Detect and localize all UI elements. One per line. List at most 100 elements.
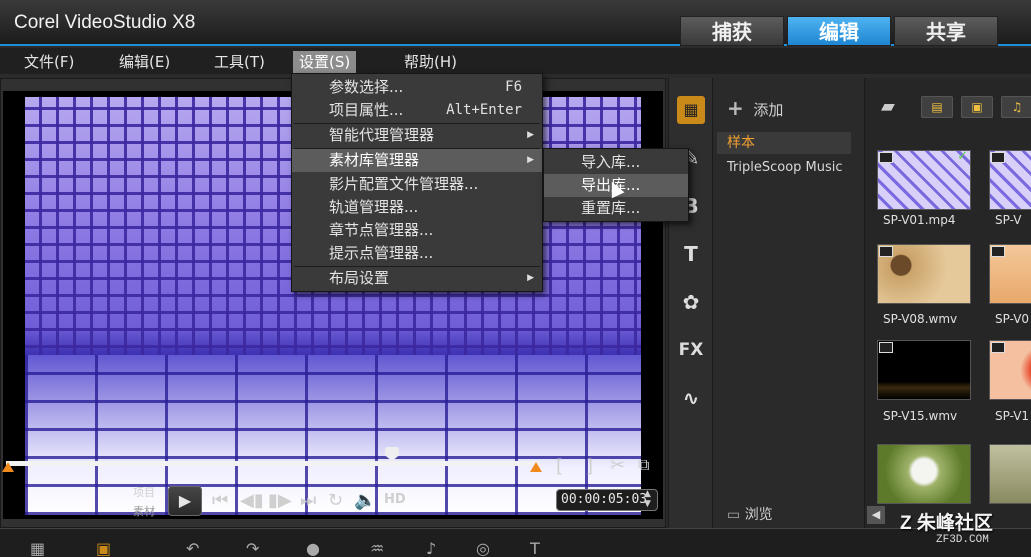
show-photo-icon[interactable]: ▣ bbox=[961, 96, 993, 118]
motion-tracking-icon[interactable]: ◎ bbox=[476, 539, 490, 557]
thumbnail-label: SP-V0 bbox=[995, 312, 1030, 326]
watermark-logo: Z 朱峰社区 bbox=[900, 513, 993, 534]
submenu-arrow-icon: ▶ bbox=[527, 155, 534, 165]
video-clip-icon bbox=[991, 246, 1005, 257]
menu-item-label: 章节点管理器... bbox=[329, 221, 434, 239]
prev-frame-icon[interactable]: ◀▮ bbox=[240, 490, 264, 511]
sound-mixer-icon[interactable]: ♒ bbox=[370, 539, 384, 557]
mode-project-label[interactable]: 项目 bbox=[133, 484, 155, 500]
menu-bar: 文件(F) 编辑(E) 工具(T) 设置(S) 帮助(H) bbox=[0, 48, 1031, 74]
storyboard-icon[interactable]: ▦ bbox=[30, 539, 45, 557]
menu-item-smart-proxy[interactable]: 智能代理管理器 ▶ bbox=[292, 124, 542, 147]
menu-item-shortcut: F6 bbox=[505, 79, 522, 95]
timecode-stepper[interactable]: ▲ ▼ bbox=[644, 489, 651, 509]
thumbnail-col2-row3[interactable] bbox=[989, 340, 1031, 400]
menu-item-library-manager[interactable]: 素材库管理器 ▶ bbox=[292, 149, 542, 172]
timecode-field[interactable]: 00:00:05:03 bbox=[556, 489, 658, 511]
menu-item-label: 轨道管理器... bbox=[329, 198, 419, 216]
menu-item-label: 参数选择... bbox=[329, 78, 404, 96]
watermark-url: ZF3D.COM bbox=[936, 534, 989, 546]
redo-icon[interactable]: ↷ bbox=[246, 539, 259, 557]
volume-icon[interactable]: 🔈 bbox=[354, 490, 376, 511]
menu-item-movie-profile-manager[interactable]: 影片配置文件管理器... bbox=[292, 173, 542, 196]
menu-item-track-manager[interactable]: 轨道管理器... bbox=[292, 196, 542, 219]
thumbnail-col2-row2[interactable] bbox=[989, 244, 1031, 304]
show-video-icon[interactable]: ▤ bbox=[921, 96, 953, 118]
menu-item-chapter-point-manager[interactable]: 章节点管理器... bbox=[292, 219, 542, 242]
menu-item-shortcut: Alt+Enter bbox=[446, 102, 522, 118]
menu-item-label: 布局设置 bbox=[329, 269, 390, 287]
mode-clip-label[interactable]: 素材 bbox=[133, 503, 155, 519]
thumbnail-label: SP-V08.wmv bbox=[883, 312, 958, 326]
home-icon[interactable]: ⏮ bbox=[212, 490, 228, 511]
menu-item-preferences[interactable]: 参数选择... F6 bbox=[292, 76, 542, 99]
menu-item-label: 提示点管理器... bbox=[329, 244, 434, 262]
media-toolbar: ▰ ▤ ▣ ♫ bbox=[865, 92, 1031, 122]
menu-item-label: 影片配置文件管理器... bbox=[329, 175, 479, 193]
repeat-icon[interactable]: ↻ bbox=[328, 490, 343, 511]
next-frame-icon[interactable]: ▮▶ bbox=[268, 490, 292, 511]
hd-label[interactable]: HD bbox=[384, 492, 406, 507]
show-audio-icon[interactable]: ♫ bbox=[1001, 96, 1031, 118]
tab-share[interactable]: 共享 bbox=[894, 16, 998, 46]
plus-icon: + bbox=[727, 96, 744, 120]
tab-capture[interactable]: 捕获 bbox=[680, 16, 784, 46]
mark-in-icon[interactable]: [ bbox=[556, 456, 563, 477]
mark-out-icon[interactable]: ] bbox=[586, 456, 593, 477]
filter-icon[interactable]: FX bbox=[677, 336, 705, 364]
folder-browse-icon: ▭ bbox=[727, 507, 741, 523]
add-folder-button[interactable]: + 添加 bbox=[727, 96, 783, 120]
tab-edit[interactable]: 编辑 bbox=[787, 16, 891, 46]
timeline-view-icon[interactable]: ▣ bbox=[96, 539, 111, 557]
scrub-bar[interactable] bbox=[6, 461, 540, 466]
menu-item-label: 素材库管理器 bbox=[329, 151, 420, 169]
thumbnail-label: SP-V15.wmv bbox=[883, 409, 958, 423]
menu-item-import-library[interactable]: 导入库... bbox=[544, 151, 688, 174]
thumbnail-col2-row1[interactable] bbox=[989, 150, 1031, 210]
thumbnail-sp-v08[interactable] bbox=[877, 244, 971, 304]
video-clip-icon bbox=[879, 152, 893, 163]
library-category-toolbar: ▦ ✎ B T ✿ FX ∿ bbox=[668, 78, 712, 528]
menu-tools[interactable]: 工具(T) bbox=[208, 51, 271, 73]
subtitle-icon[interactable]: T bbox=[530, 539, 540, 557]
folder-item-sample[interactable]: 样本 bbox=[717, 132, 851, 154]
path-icon[interactable]: ∿ bbox=[677, 384, 705, 412]
browse-button[interactable]: ▭ 浏览 bbox=[727, 504, 773, 524]
menu-item-reset-library[interactable]: 重置库... bbox=[544, 197, 688, 220]
thumbnail-sp-v01[interactable]: ✓ bbox=[877, 149, 971, 210]
thumbnail-col2-row4[interactable] bbox=[989, 444, 1031, 504]
title-icon[interactable]: T bbox=[677, 240, 705, 268]
trim-end-marker[interactable] bbox=[530, 462, 542, 472]
scroll-left-icon[interactable]: ◀ bbox=[867, 506, 885, 524]
menu-item-label: 智能代理管理器 bbox=[329, 126, 435, 144]
menu-item-label: 项目属性... bbox=[329, 101, 404, 119]
video-clip-icon bbox=[991, 342, 1005, 353]
thumbnail-dandelion[interactable] bbox=[877, 444, 971, 504]
thumbnail-sp-v15[interactable] bbox=[877, 340, 971, 400]
play-button[interactable]: ▶ bbox=[168, 486, 202, 516]
thumbnail-label: SP-V1 bbox=[995, 409, 1030, 423]
menu-item-project-properties[interactable]: 项目属性... Alt+Enter bbox=[292, 99, 542, 122]
video-clip-icon bbox=[879, 342, 893, 353]
enlarge-icon[interactable]: ⧉ bbox=[638, 455, 649, 475]
menu-item-layout-settings[interactable]: 布局设置 ▶ bbox=[292, 267, 542, 290]
menu-file[interactable]: 文件(F) bbox=[18, 51, 80, 73]
record-icon[interactable]: ● bbox=[306, 539, 320, 557]
trim-start-marker[interactable] bbox=[2, 462, 14, 472]
undo-icon[interactable]: ↶ bbox=[186, 539, 199, 557]
folder-item-triplescoop[interactable]: TripleScoop Music bbox=[727, 160, 843, 175]
menu-help[interactable]: 帮助(H) bbox=[398, 51, 463, 73]
scissors-icon[interactable]: ✂ bbox=[610, 455, 625, 476]
end-icon[interactable]: ⏭ bbox=[300, 490, 316, 511]
video-clip-icon bbox=[879, 246, 893, 257]
library-folder-panel: + 添加 样本 TripleScoop Music ▭ 浏览 bbox=[712, 78, 864, 528]
menu-item-cue-point-manager[interactable]: 提示点管理器... bbox=[292, 242, 542, 265]
open-folder-icon[interactable]: ▰ bbox=[881, 96, 895, 117]
media-category-icon[interactable]: ▦ bbox=[677, 96, 705, 124]
menu-edit[interactable]: 编辑(E) bbox=[113, 51, 176, 73]
add-label: 添加 bbox=[753, 101, 784, 119]
checkmark-icon: ✓ bbox=[957, 149, 968, 164]
auto-music-icon[interactable]: ♪ bbox=[426, 539, 436, 557]
menu-settings[interactable]: 设置(S) bbox=[293, 51, 357, 73]
graphic-icon[interactable]: ✿ bbox=[677, 288, 705, 316]
